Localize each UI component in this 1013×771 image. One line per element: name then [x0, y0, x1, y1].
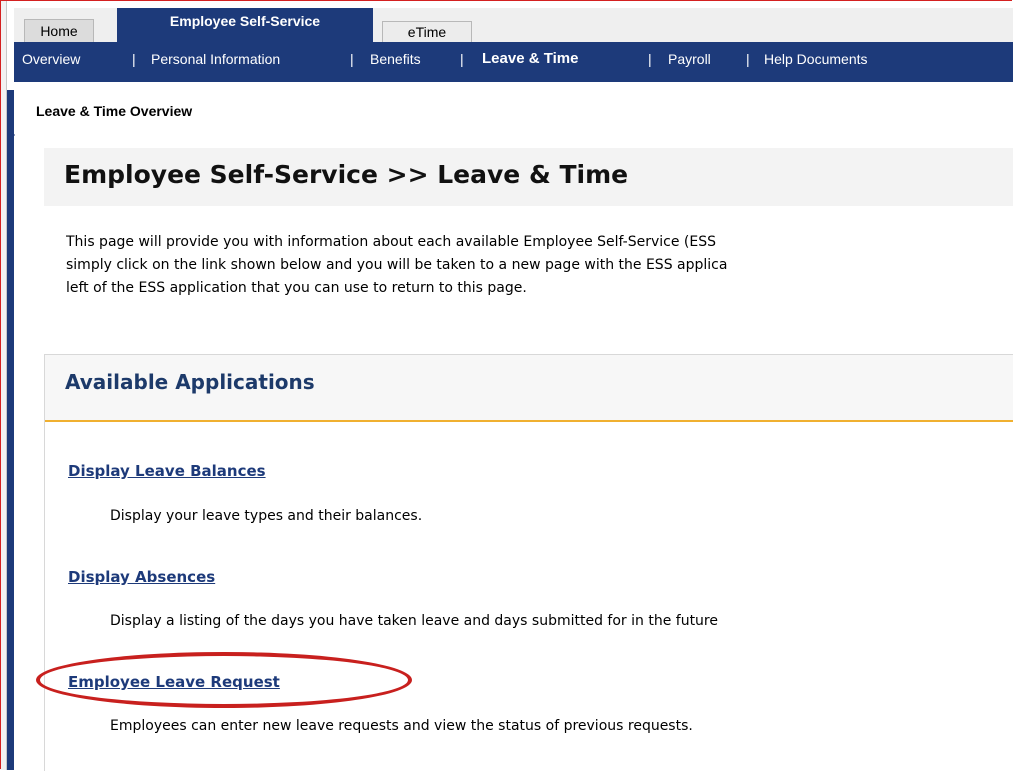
page-title-bar: Employee Self-Service >> Leave & Time: [44, 148, 1013, 206]
breadcrumb: Leave & Time Overview: [36, 103, 193, 119]
expand-arrow-icon[interactable]: [8, 128, 15, 142]
employee-leave-request-link[interactable]: Employee Leave Request: [68, 673, 280, 691]
subnav-payroll[interactable]: Payroll: [668, 51, 711, 67]
subnav-benefits[interactable]: Benefits: [370, 51, 421, 67]
subnav-separator: |: [132, 51, 136, 67]
subnav-separator: |: [460, 51, 464, 67]
intro-line: This page will provide you with informat…: [66, 234, 717, 250]
subnav-personal-information[interactable]: Personal Information: [151, 51, 280, 67]
display-absences-link[interactable]: Display Absences: [68, 568, 215, 586]
apps-title: Available Applications: [65, 370, 315, 394]
intro-line: simply click on the link shown below and…: [66, 257, 728, 273]
subnav-separator: |: [648, 51, 652, 67]
tab-etime[interactable]: eTime: [382, 21, 472, 43]
page-title: Employee Self-Service >> Leave & Time: [64, 160, 629, 189]
left-edge-bar: [0, 0, 7, 770]
tab-employee-self-service[interactable]: Employee Self-Service: [117, 8, 373, 42]
tab-home[interactable]: Home: [24, 19, 94, 42]
top-tab-bar: Home Employee Self-Service eTime: [14, 8, 1013, 43]
apps-header: Available Applications: [45, 355, 1013, 422]
intro-line: left of the ESS application that you can…: [66, 280, 527, 296]
left-rail: [7, 90, 14, 770]
intro-text: This page will provide you with informat…: [66, 231, 1013, 311]
sub-navigation: Overview | Personal Information | Benefi…: [14, 42, 1013, 82]
app-description: Display your leave types and their balan…: [110, 508, 423, 524]
display-leave-balances-link[interactable]: Display Leave Balances: [68, 462, 266, 480]
app-description: Display a listing of the days you have t…: [110, 613, 718, 629]
available-applications-panel: Available Applications: [44, 354, 1013, 771]
app-description: Employees can enter new leave requests a…: [110, 718, 693, 734]
subnav-separator: |: [746, 51, 750, 67]
subnav-leave-and-time[interactable]: Leave & Time: [482, 50, 578, 67]
subnav-overview[interactable]: Overview: [22, 51, 80, 67]
subnav-help-documents[interactable]: Help Documents: [764, 51, 868, 67]
subnav-separator: |: [350, 51, 354, 67]
